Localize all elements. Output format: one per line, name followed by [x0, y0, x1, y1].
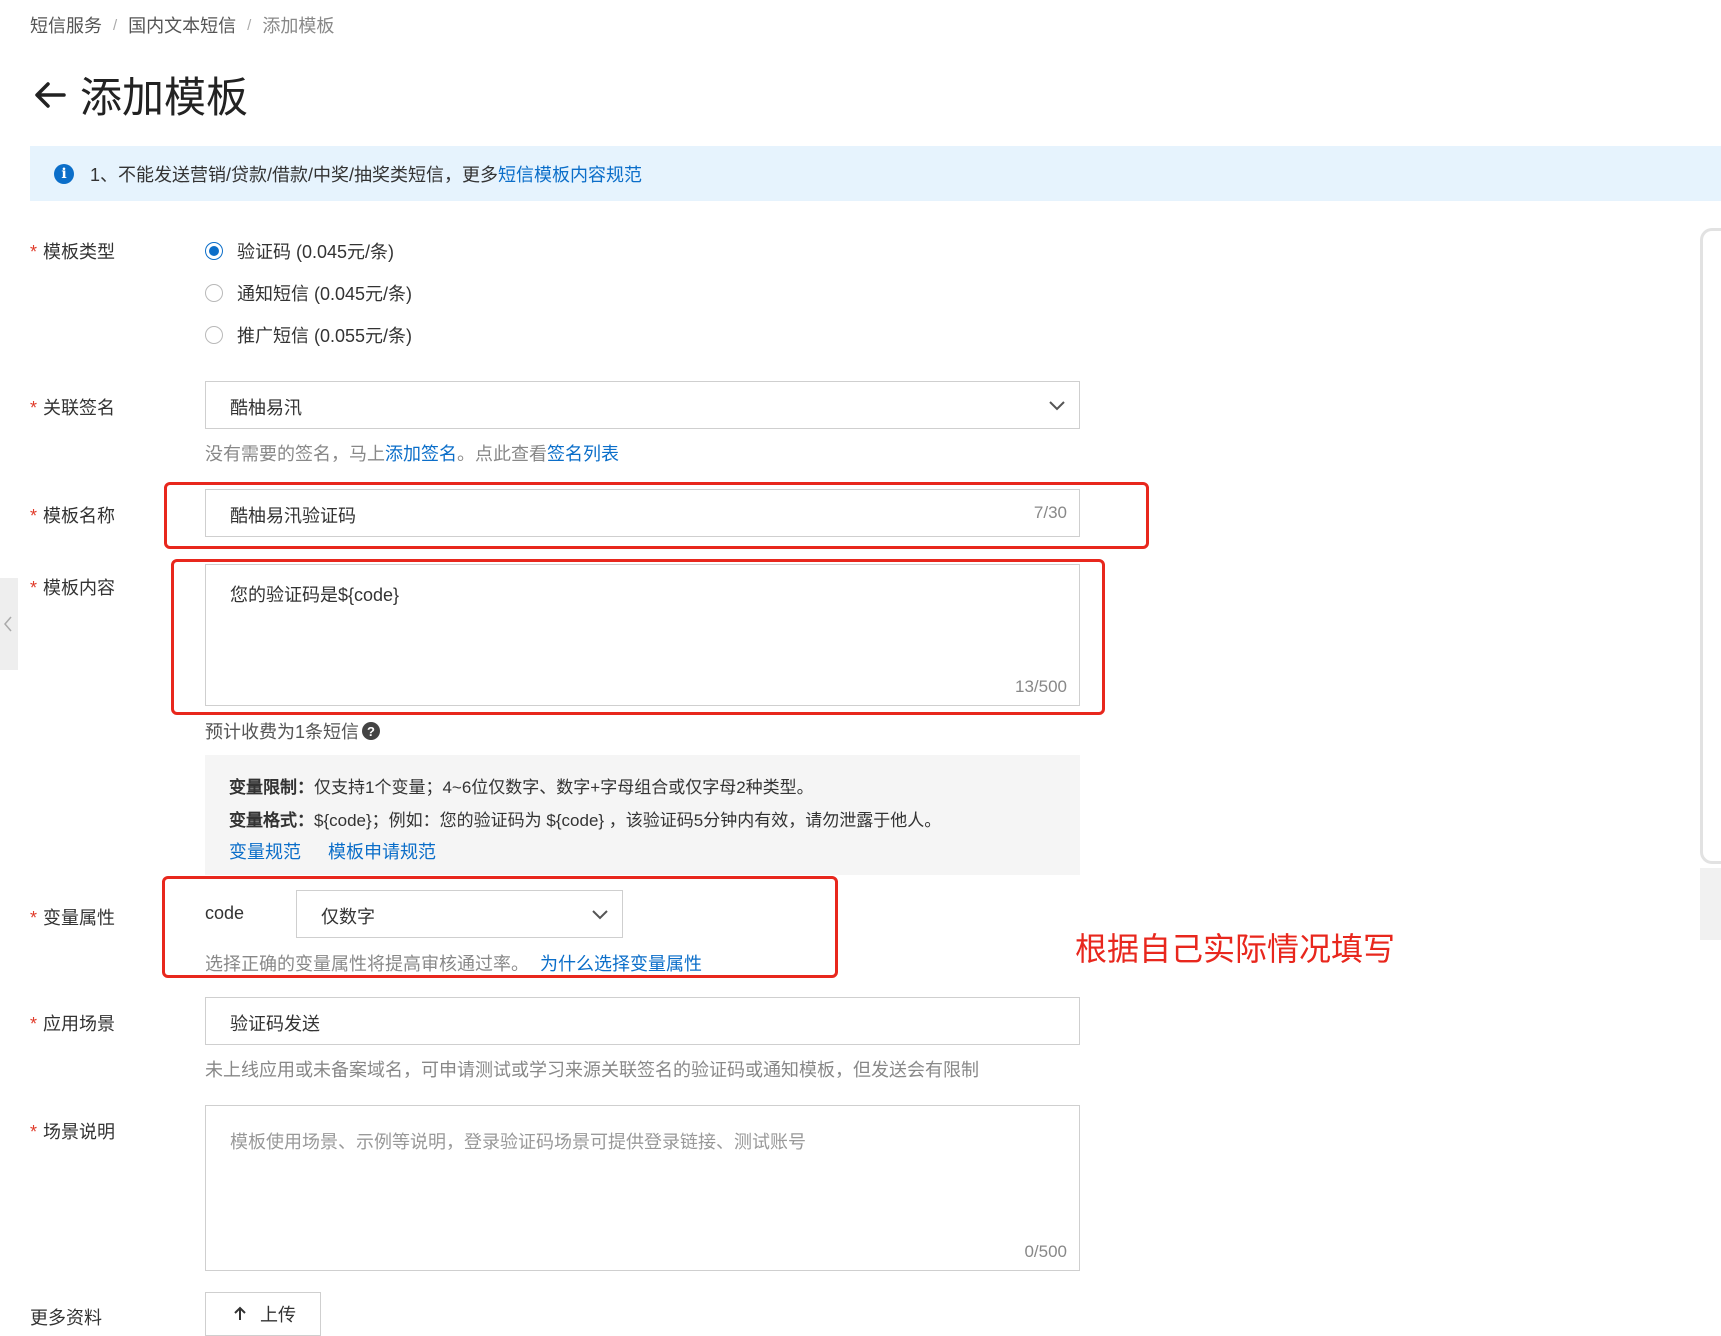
signature-label-text: 关联签名	[43, 398, 116, 418]
breadcrumb-item-domestic-sms[interactable]: 国内文本短信	[128, 12, 236, 38]
radio-option-label: 推广短信 (0.055元/条)	[237, 326, 413, 346]
template-apply-spec-link[interactable]: 模板申请规范	[328, 842, 436, 862]
scenario-desc-counter: 0/500	[1024, 1242, 1067, 1261]
fee-estimate: 预计收费为1条短信 ?	[205, 718, 381, 744]
upload-button-label: 上传	[260, 1305, 296, 1325]
chevron-down-icon	[1049, 401, 1065, 411]
variable-format-text: ${code}；例如：您的验证码为 ${code} ，该验证码5分钟内有效，请勿…	[314, 811, 942, 830]
notice-link-content-spec[interactable]: 短信模板内容规范	[498, 165, 642, 185]
variable-spec-link[interactable]: 变量规范	[229, 842, 301, 862]
scenario-help: 未上线应用或未备案域名，可申请测试或学习来源关联签名的验证码或通知模板，但发送会…	[205, 1060, 979, 1080]
annotation-box-template-content	[171, 559, 1105, 715]
notice-text: 1、不能发送营销/贷款/借款/中奖/抽奖类短信，更多	[90, 164, 499, 185]
signature-help-middle: 。点此查看	[457, 444, 547, 464]
variable-format-label: 变量格式：	[229, 811, 314, 830]
radio-option-verification-code[interactable]: 验证码 (0.045元/条)	[205, 238, 394, 264]
template-content-label-text: 模板内容	[43, 578, 116, 598]
required-mark: *	[30, 1014, 38, 1034]
scenario-label-text: 应用场景	[43, 1014, 116, 1034]
annotation-box-template-name	[164, 482, 1149, 549]
page-header: 添加模板	[30, 64, 248, 125]
variable-limit-label: 变量限制：	[229, 778, 314, 797]
signature-label: * 关联签名	[30, 394, 115, 420]
variable-info-box: 变量限制：仅支持1个变量；4~6位仅数字、数字+字母组合或仅字母2种类型。 变量…	[205, 755, 1080, 875]
fee-estimate-text: 预计收费为1条短信	[205, 722, 360, 742]
scenario-value: 验证码发送	[230, 1014, 320, 1034]
template-content-label: * 模板内容	[30, 574, 115, 600]
signature-help: 没有需要的签名，马上添加签名。点此查看签名列表	[205, 440, 619, 466]
breadcrumb-separator: /	[113, 16, 118, 34]
scenario-label: * 应用场景	[30, 1010, 115, 1036]
variable-format-line: 变量格式：${code}；例如：您的验证码为 ${code} ，该验证码5分钟内…	[229, 806, 941, 831]
notice-banner: i 1、不能发送营销/贷款/借款/中奖/抽奖类短信，更多短信模板内容规范	[30, 146, 1721, 201]
template-name-label: * 模板名称	[30, 502, 115, 528]
radio-option-label: 通知短信 (0.045元/条)	[237, 284, 413, 304]
required-mark: *	[30, 908, 38, 928]
radio-unchecked-icon[interactable]	[205, 326, 223, 344]
scenario-desc-placeholder: 模板使用场景、示例等说明，登录验证码场景可提供登录链接、测试账号	[230, 1132, 806, 1152]
arrow-left-icon[interactable]	[30, 74, 72, 116]
variable-links: 变量规范 模板申请规范	[229, 838, 436, 864]
template-type-label-text: 模板类型	[43, 242, 116, 262]
chevron-left-icon	[4, 616, 12, 632]
add-signature-link[interactable]: 添加签名	[385, 444, 457, 464]
upload-button[interactable]: 上传	[205, 1292, 321, 1336]
variable-limit-line: 变量限制：仅支持1个变量；4~6位仅数字、数字+字母组合或仅字母2种类型。	[229, 773, 814, 798]
template-name-label-text: 模板名称	[43, 506, 116, 526]
breadcrumb-item-sms-service[interactable]: 短信服务	[30, 12, 102, 38]
info-icon: i	[54, 163, 74, 184]
variable-limit-text: 仅支持1个变量；4~6位仅数字、数字+字母组合或仅字母2种类型。	[314, 778, 814, 797]
annotation-box-variable-attr	[162, 876, 838, 978]
scenario-desc-label: * 场景说明	[30, 1118, 115, 1144]
page-title: 添加模板	[80, 74, 249, 121]
required-mark: *	[30, 578, 38, 598]
variable-attr-label-text: 变量属性	[43, 908, 116, 928]
breadcrumb-separator: /	[247, 16, 252, 34]
required-mark: *	[30, 242, 38, 262]
signature-select-value: 酷柚易汛	[230, 398, 302, 418]
radio-option-label: 验证码 (0.045元/条)	[237, 242, 395, 262]
breadcrumb-item-current: 添加模板	[262, 16, 335, 36]
required-mark: *	[30, 398, 38, 418]
radio-option-promotion[interactable]: 推广短信 (0.055元/条)	[205, 322, 412, 348]
radio-unchecked-icon[interactable]	[205, 284, 223, 302]
more-info-label: 更多资料	[30, 1308, 102, 1328]
signature-list-link[interactable]: 签名列表	[547, 444, 619, 464]
required-mark: *	[30, 506, 38, 526]
radio-option-notification[interactable]: 通知短信 (0.045元/条)	[205, 280, 412, 306]
signature-help-text: 没有需要的签名，马上	[205, 444, 385, 464]
signature-select[interactable]: 酷柚易汛	[205, 381, 1080, 429]
radio-checked-icon[interactable]	[205, 242, 223, 260]
right-side-panel	[1700, 228, 1721, 864]
breadcrumb: 短信服务 / 国内文本短信 / 添加模板	[30, 12, 334, 38]
scenario-desc-textarea[interactable]: 模板使用场景、示例等说明，登录验证码场景可提供登录链接、测试账号 0/500	[205, 1105, 1080, 1271]
scenario-input[interactable]: 验证码发送	[205, 997, 1080, 1045]
sidebar-collapse-tab[interactable]	[0, 578, 18, 670]
upload-icon	[234, 1306, 246, 1320]
required-mark: *	[30, 1122, 38, 1142]
scenario-desc-label-text: 场景说明	[43, 1122, 116, 1142]
right-side-panel-footer	[1700, 868, 1721, 940]
annotation-text: 根据自己实际情况填写	[1075, 931, 1396, 967]
question-icon[interactable]: ?	[362, 722, 381, 740]
variable-attr-label: * 变量属性	[30, 904, 115, 930]
template-type-label: * 模板类型	[30, 238, 115, 264]
